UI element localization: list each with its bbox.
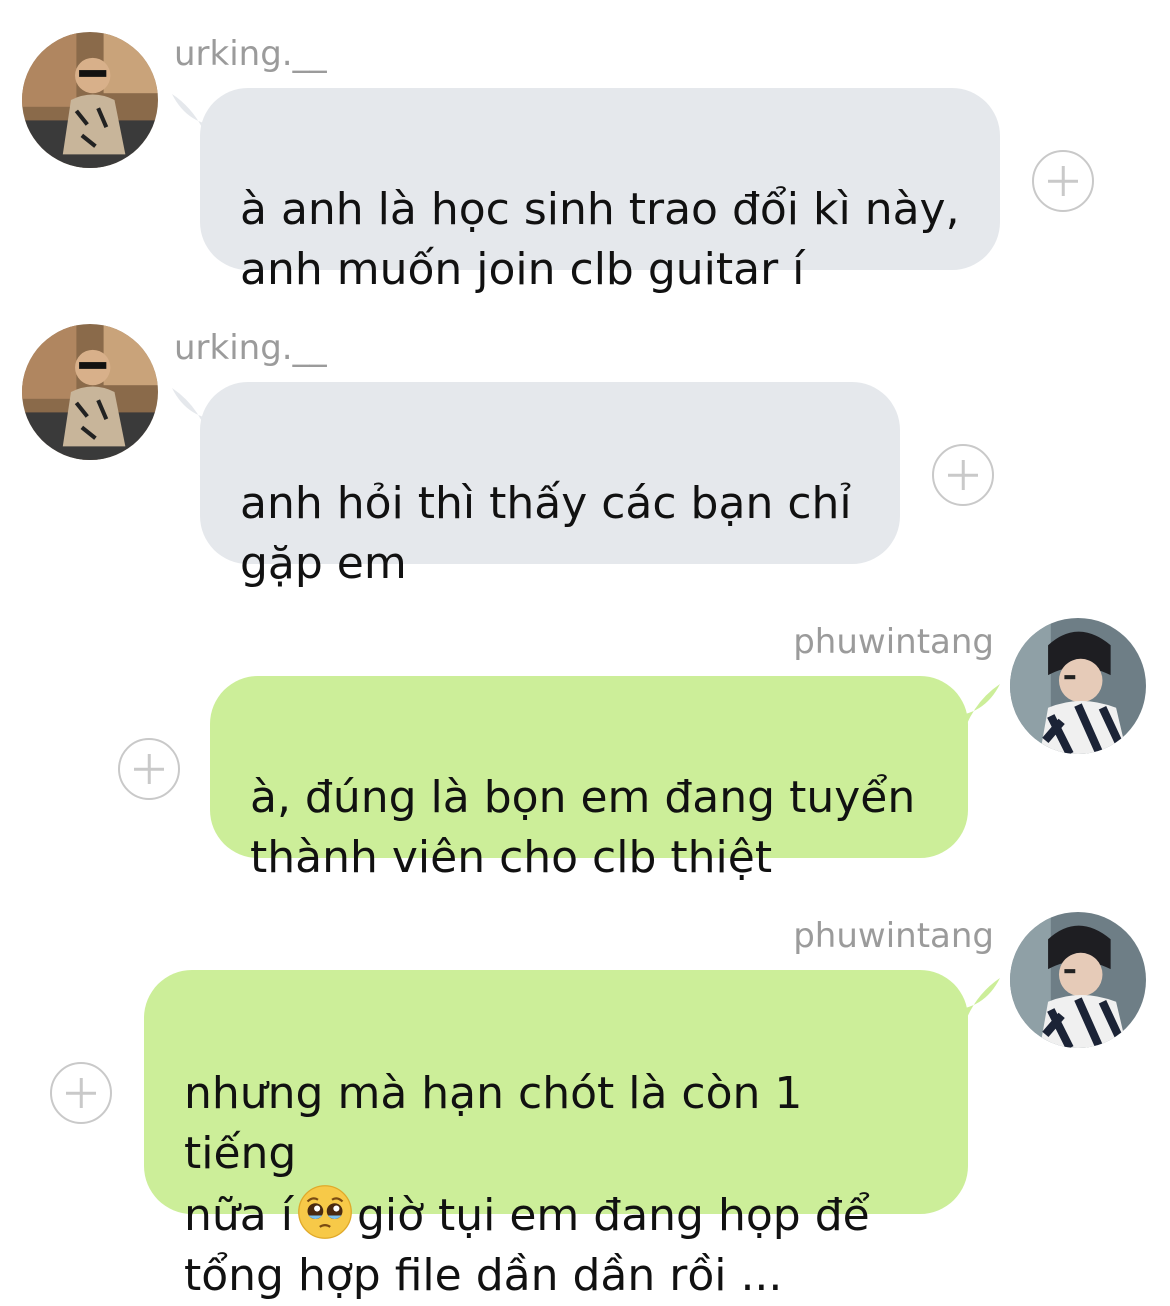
message-bubble[interactable]: nhưng mà hạn chót là còn 1 tiếng nữa í g…	[144, 970, 968, 1301]
avatar-phuwintang[interactable]	[1010, 618, 1146, 754]
message-text: à anh là học sinh trao đổi kì này, anh m…	[240, 184, 960, 295]
message-text: anh hỏi thì thấy các bạn chỉ gặp em	[240, 478, 852, 589]
sender-name: phuwintang	[793, 916, 994, 956]
plus-circle-icon[interactable]	[932, 444, 994, 506]
message-text: à, đúng là bọn em đang tuyển thành viên …	[250, 772, 916, 883]
sender-name: urking.__	[174, 328, 327, 368]
message-bubble[interactable]: anh hỏi thì thấy các bạn chỉ gặp em	[200, 382, 900, 589]
avatar-phuwintang[interactable]	[1010, 912, 1146, 1048]
avatar-urking[interactable]	[22, 32, 158, 168]
message-bubble[interactable]: à, đúng là bọn em đang tuyển thành viên …	[210, 676, 968, 883]
plus-circle-icon[interactable]	[50, 1062, 112, 1124]
message-bubble[interactable]: à anh là học sinh trao đổi kì này, anh m…	[200, 88, 1000, 295]
plus-circle-icon[interactable]	[1032, 150, 1094, 212]
avatar-urking[interactable]	[22, 324, 158, 460]
plus-circle-icon[interactable]	[118, 738, 180, 800]
sender-name: phuwintang	[793, 622, 994, 662]
sender-name: urking.__	[174, 34, 327, 74]
pleading-face-emoji	[297, 1184, 353, 1240]
